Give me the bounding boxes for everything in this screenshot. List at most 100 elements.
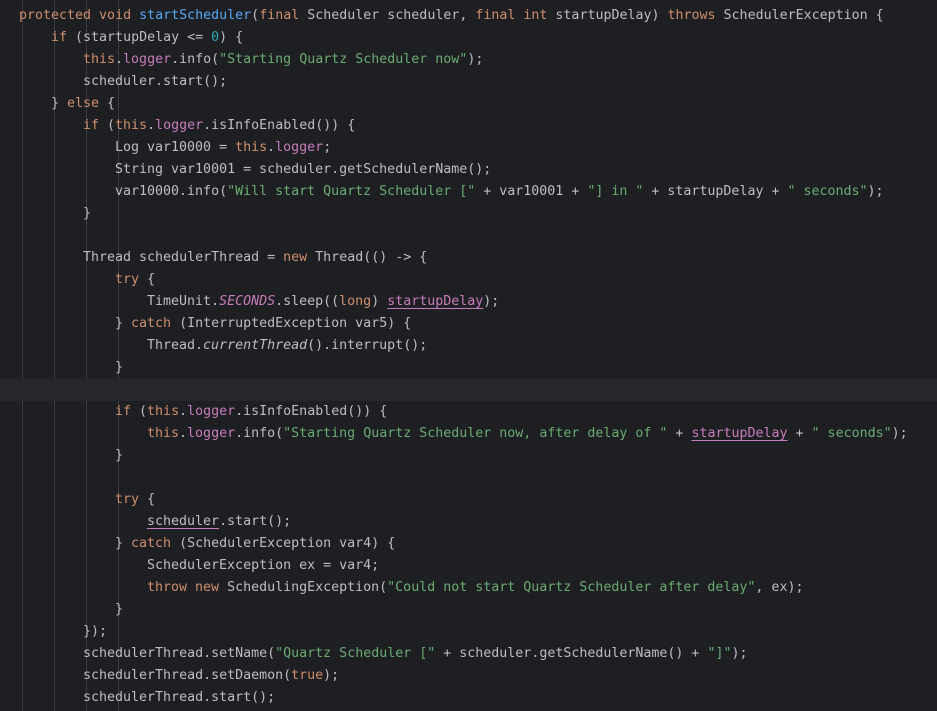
code-token: catch xyxy=(131,536,180,551)
code-token: protected void xyxy=(19,8,140,23)
code-token: if xyxy=(83,118,108,133)
code-token: SchedulerException { xyxy=(723,8,884,23)
code-token: final int xyxy=(475,8,556,23)
code-token: this xyxy=(83,52,116,67)
code-line[interactable]: } xyxy=(0,599,937,621)
code-line-content: } xyxy=(115,445,123,467)
code-token: this xyxy=(147,426,180,441)
code-token: } xyxy=(51,96,68,111)
code-line[interactable]: } xyxy=(0,445,937,467)
code-line[interactable]: this.logger.info("Starting Quartz Schedu… xyxy=(0,423,937,445)
code-line[interactable]: throw new SchedulingException("Could not… xyxy=(0,577,937,599)
code-line-content: this.logger.info("Starting Quartz Schedu… xyxy=(147,423,908,445)
code-token: ); xyxy=(467,52,484,67)
code-token: logger xyxy=(275,140,324,155)
code-line[interactable]: SchedulerException ex = var4; xyxy=(0,555,937,577)
code-token: ); xyxy=(891,426,908,441)
code-line[interactable]: schedulerThread.start(); xyxy=(0,687,937,709)
code-token: Scheduler scheduler, xyxy=(307,8,476,23)
code-token: ); xyxy=(867,184,884,199)
code-token: ( xyxy=(251,8,260,23)
code-token: . xyxy=(115,52,124,67)
code-line-content: try { xyxy=(115,269,155,291)
code-token: + xyxy=(667,426,692,441)
code-token: { xyxy=(147,492,156,507)
code-token: this xyxy=(235,140,268,155)
code-token: currentThread xyxy=(203,338,308,353)
code-token: startupDelay xyxy=(691,426,788,441)
code-token: .info( xyxy=(171,52,220,67)
code-line[interactable]: if (this.logger.isInfoEnabled()) { xyxy=(0,401,937,423)
code-token: { xyxy=(147,272,156,287)
code-line[interactable]: if (startupDelay <= 0) { xyxy=(0,27,937,49)
code-editor[interactable]: protected void startScheduler(final Sche… xyxy=(0,0,937,711)
code-token: . xyxy=(179,426,188,441)
code-token: ); xyxy=(483,294,500,309)
code-token: } xyxy=(115,360,124,375)
code-line-content: } catch (SchedulerException var4) { xyxy=(115,533,395,555)
code-line-content: } xyxy=(115,357,123,379)
code-line[interactable]: scheduler.start(); xyxy=(0,71,937,93)
code-token: .isInfoEnabled()) { xyxy=(203,118,356,133)
code-line-content: if (this.logger.isInfoEnabled()) { xyxy=(83,115,355,137)
code-token: this xyxy=(115,118,148,133)
code-token: (InterruptedException var5) { xyxy=(179,316,412,331)
code-token: SchedulerException ex = var4; xyxy=(147,558,380,573)
code-line-content: } else { xyxy=(51,93,115,115)
code-token: + xyxy=(787,426,812,441)
code-line[interactable]: Thread.currentThread().interrupt(); xyxy=(0,335,937,357)
code-line-current[interactable] xyxy=(0,379,937,401)
code-line[interactable]: try { xyxy=(0,489,937,511)
code-line[interactable] xyxy=(0,467,937,489)
code-line[interactable] xyxy=(0,225,937,247)
code-token: "Could not start Quartz Scheduler after … xyxy=(387,580,756,595)
code-token: (startupDelay <= xyxy=(75,30,212,45)
code-line[interactable]: Log var10000 = this.logger; xyxy=(0,137,937,159)
code-token: ); xyxy=(323,668,340,683)
code-token: try xyxy=(115,492,148,507)
code-line[interactable]: }); xyxy=(0,621,937,643)
code-token: Thread schedulerThread = xyxy=(83,250,284,265)
code-token: .info( xyxy=(235,426,284,441)
code-token: .start(); xyxy=(219,514,292,529)
code-line[interactable]: String var10001 = scheduler.getScheduler… xyxy=(0,159,937,181)
code-line[interactable]: } xyxy=(0,203,937,225)
code-line[interactable]: try { xyxy=(0,269,937,291)
code-line-content: } catch (InterruptedException var5) { xyxy=(115,313,411,335)
code-token: } xyxy=(115,536,132,551)
code-line[interactable]: var10000.info("Will start Quartz Schedul… xyxy=(0,181,937,203)
code-token: Log var10000 = xyxy=(115,140,236,155)
code-line[interactable]: } xyxy=(0,357,937,379)
code-token: + scheduler.getSchedulerName() + xyxy=(435,646,708,661)
code-token: long xyxy=(339,294,372,309)
code-line[interactable]: schedulerThread.setDaemon(true); xyxy=(0,665,937,687)
code-line[interactable]: schedulerThread.setName("Quartz Schedule… xyxy=(0,643,937,665)
code-line-content: scheduler.start(); xyxy=(147,511,291,533)
code-token: logger xyxy=(187,404,236,419)
code-token: "Starting Quartz Scheduler now, after de… xyxy=(283,426,668,441)
code-line[interactable]: if (this.logger.isInfoEnabled()) { xyxy=(0,115,937,137)
code-token: ( xyxy=(139,404,148,419)
code-token: SECONDS xyxy=(219,294,276,309)
code-line-content: Log var10000 = this.logger; xyxy=(115,137,331,159)
code-line[interactable]: Thread schedulerThread = new Thread(() -… xyxy=(0,247,937,269)
code-line[interactable]: } else { xyxy=(0,93,937,115)
code-token: } xyxy=(115,316,132,331)
code-line[interactable]: } catch (InterruptedException var5) { xyxy=(0,313,937,335)
code-token: . xyxy=(267,140,276,155)
code-token: this xyxy=(147,404,180,419)
code-line-content: SchedulerException ex = var4; xyxy=(147,555,379,577)
code-line[interactable]: TimeUnit.SECONDS.sleep((long) startupDel… xyxy=(0,291,937,313)
code-line-content: if (this.logger.isInfoEnabled()) { xyxy=(115,401,387,423)
code-line[interactable]: } catch (SchedulerException var4) { xyxy=(0,533,937,555)
code-line[interactable]: scheduler.start(); xyxy=(0,511,937,533)
code-token: .isInfoEnabled()) { xyxy=(235,404,388,419)
code-line[interactable]: this.logger.info("Starting Quartz Schedu… xyxy=(0,49,937,71)
code-token: ( xyxy=(107,118,116,133)
code-token: logger xyxy=(155,118,204,133)
code-line-content: String var10001 = scheduler.getScheduler… xyxy=(115,159,491,181)
code-token: true xyxy=(291,668,324,683)
code-token: Thread(() -> { xyxy=(315,250,428,265)
code-line[interactable]: protected void startScheduler(final Sche… xyxy=(0,5,937,27)
code-token: schedulerThread.setName( xyxy=(83,646,276,661)
